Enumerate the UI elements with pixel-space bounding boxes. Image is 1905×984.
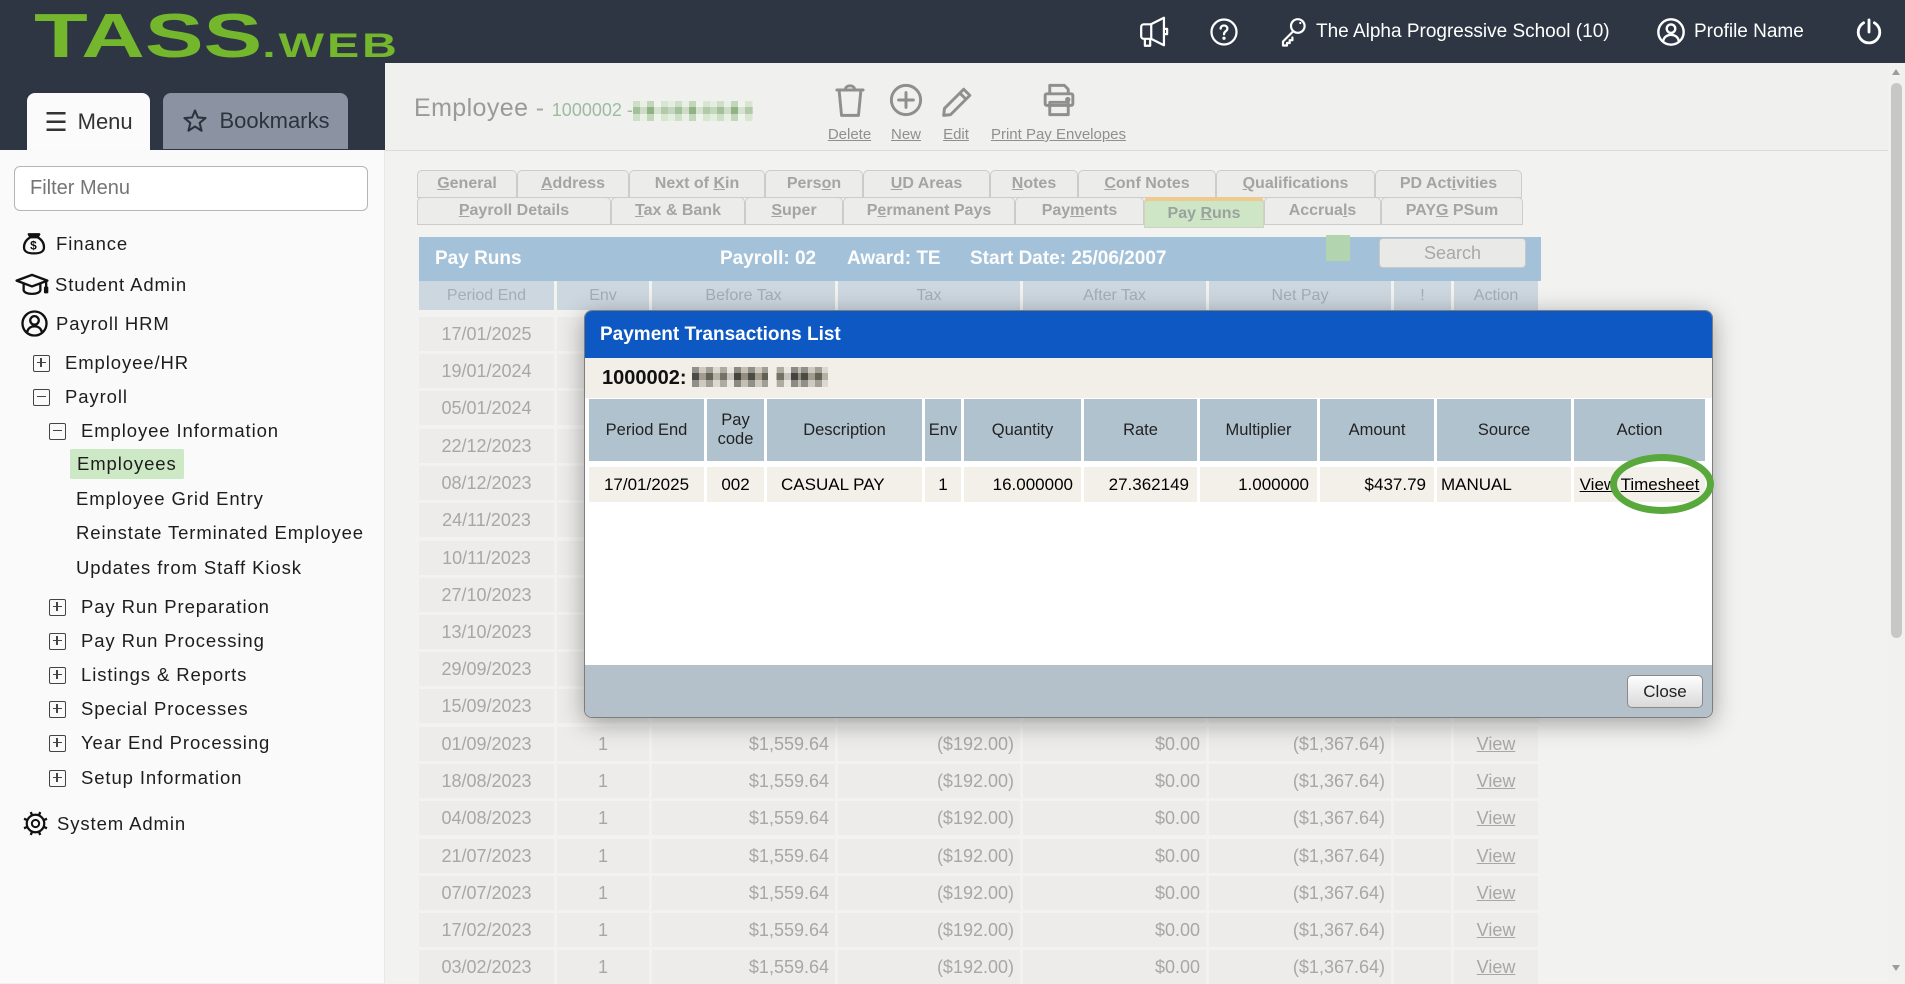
svg-text:$: $ xyxy=(30,238,38,252)
